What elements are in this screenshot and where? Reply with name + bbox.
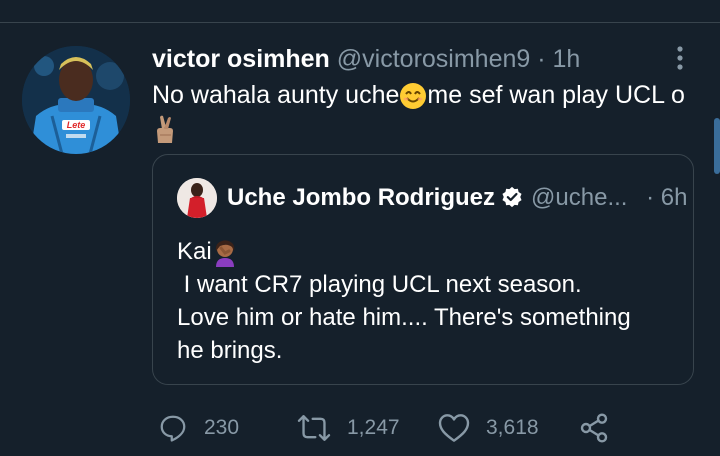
facepalm-icon (215, 240, 235, 267)
heart-icon (438, 414, 470, 442)
reply-icon (160, 415, 186, 442)
quoted-line-3: Love him or hate him.... There's somethi… (177, 304, 631, 331)
smiling-face-icon (400, 83, 427, 110)
reply-count: 230 (204, 416, 240, 439)
share-button[interactable] (578, 404, 626, 452)
scrollbar-thumb[interactable] (714, 118, 720, 174)
quoted-tweet-text: Kai I want CR7 playing UCL next season. … (177, 235, 677, 367)
like-button[interactable]: 3,618 (438, 404, 539, 452)
quoted-time-separator: · (646, 184, 655, 211)
reply-button[interactable]: 230 (158, 404, 239, 452)
quoted-author-name[interactable]: Uche Jombo Rodriguez (227, 184, 495, 211)
quoted-tweet-time[interactable]: 6h (661, 184, 688, 211)
tweet-text: No wahala aunty uche me sef wan play UCL… (152, 78, 692, 146)
top-divider (0, 22, 720, 23)
verified-badge-icon (502, 186, 522, 208)
crossed-fingers-icon (157, 116, 173, 144)
author-handle[interactable]: @victorosimhen9 (337, 45, 531, 73)
quoted-author-avatar[interactable] (177, 178, 217, 218)
author-name[interactable]: victor osimhen (152, 45, 330, 73)
tweet-actions: 230 1,247 3,618 (0, 404, 720, 452)
share-icon (580, 413, 608, 443)
avatar-photo: Lete (22, 46, 130, 154)
retweet-button[interactable]: 1,247 (297, 404, 400, 452)
tweet-text-part2: me sef wan play UCL o (427, 81, 685, 109)
author-avatar[interactable]: Lete (22, 46, 130, 154)
quoted-line-2: I want CR7 playing UCL next season. (177, 271, 582, 298)
avatar-jersey-text: Lete (67, 120, 86, 130)
tweet-time[interactable]: 1h (553, 45, 581, 73)
time-separator: · (537, 45, 546, 73)
quoted-avatar-photo (177, 178, 217, 218)
retweet-count: 1,247 (347, 416, 400, 439)
retweet-icon (297, 415, 331, 441)
more-options-icon[interactable] (672, 44, 688, 74)
tweet-text-part1: No wahala aunty uche (152, 81, 400, 109)
quoted-line-1-text: Kai (177, 238, 212, 265)
quoted-line-1: Kai (177, 235, 677, 268)
quoted-tweet-card[interactable]: Uche Jombo Rodriguez @uche... · 6h Kai I… (152, 154, 694, 385)
tweet-header: victor osimhen @victorosimhen9 · 1h (152, 44, 672, 74)
quoted-tweet-header: Uche Jombo Rodriguez @uche... · 6h (227, 183, 688, 213)
quoted-author-handle[interactable]: @uche... (531, 184, 627, 211)
quoted-line-4: he brings. (177, 337, 283, 364)
like-count: 3,618 (486, 416, 539, 439)
